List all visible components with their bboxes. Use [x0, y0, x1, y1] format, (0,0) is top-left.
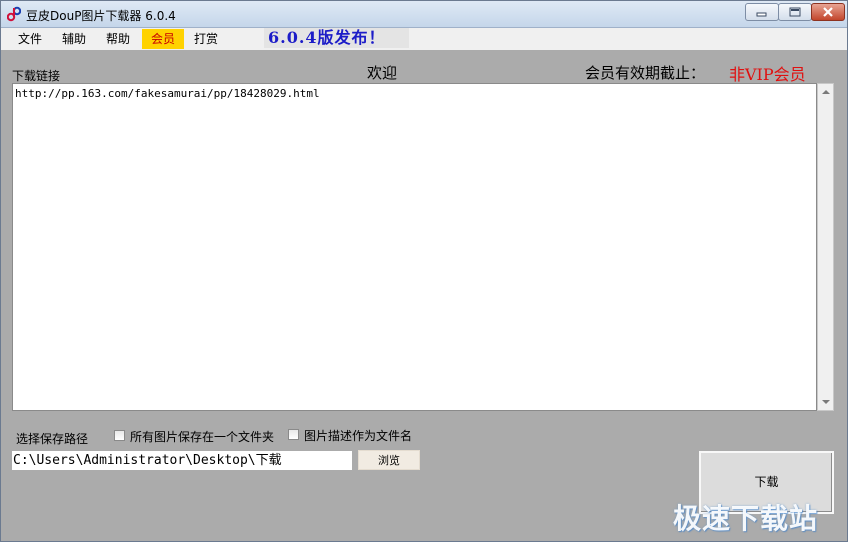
- save-path-label: 选择保存路径: [16, 432, 89, 446]
- title-bar[interactable]: 豆皮DouP图片下载器 6.0.4: [1, 1, 847, 28]
- welcome-text: 欢迎: [367, 64, 398, 82]
- menu-file[interactable]: 文件: [9, 29, 51, 49]
- membership-status: 非VIP会员: [729, 65, 806, 84]
- menu-bar: 文件 辅助 帮助 会员 打赏 6.0.4版发布！: [1, 28, 847, 50]
- menu-help[interactable]: 帮助: [97, 29, 139, 49]
- scroll-down-icon[interactable]: [822, 400, 830, 404]
- app-logo-icon: [7, 6, 21, 22]
- menu-member[interactable]: 会员: [142, 29, 185, 49]
- window-controls: [745, 3, 845, 22]
- single-folder-checkbox-label[interactable]: 所有图片保存在一个文件夹: [130, 428, 274, 445]
- links-textarea[interactable]: http://pp.163.com/fakesamurai/pp/1842802…: [12, 83, 817, 411]
- close-button[interactable]: [811, 3, 845, 21]
- maximize-button[interactable]: [778, 3, 812, 21]
- minimize-icon: [756, 12, 767, 17]
- app-window: 豆皮DouP图片下载器 6.0.4 文件 辅助 帮助 会员 打赏 6.0.4版发…: [0, 0, 848, 542]
- desc-filename-checkbox[interactable]: [288, 429, 299, 440]
- save-path-input[interactable]: C:\Users\Administrator\Desktop\下载: [12, 451, 352, 470]
- maximize-icon: [789, 7, 801, 17]
- desc-filename-checkbox-label[interactable]: 图片描述作为文件名: [304, 427, 412, 444]
- single-folder-checkbox[interactable]: [114, 430, 125, 441]
- watermark: 极速下载站: [673, 502, 819, 535]
- menu-donate[interactable]: 打赏: [185, 29, 227, 49]
- links-label: 下载链接: [12, 69, 61, 83]
- links-scrollbar[interactable]: [817, 83, 834, 411]
- minimize-button[interactable]: [745, 3, 779, 21]
- menu-assist[interactable]: 辅助: [53, 29, 95, 49]
- browse-button[interactable]: 浏览: [358, 450, 420, 470]
- release-notice[interactable]: 6.0.4版发布！: [264, 28, 409, 48]
- membership-expiry-label: 会员有效期截止：: [585, 64, 706, 82]
- window-title: 豆皮DouP图片下载器 6.0.4: [26, 9, 176, 23]
- close-icon: [823, 7, 833, 17]
- scroll-up-icon[interactable]: [822, 90, 830, 94]
